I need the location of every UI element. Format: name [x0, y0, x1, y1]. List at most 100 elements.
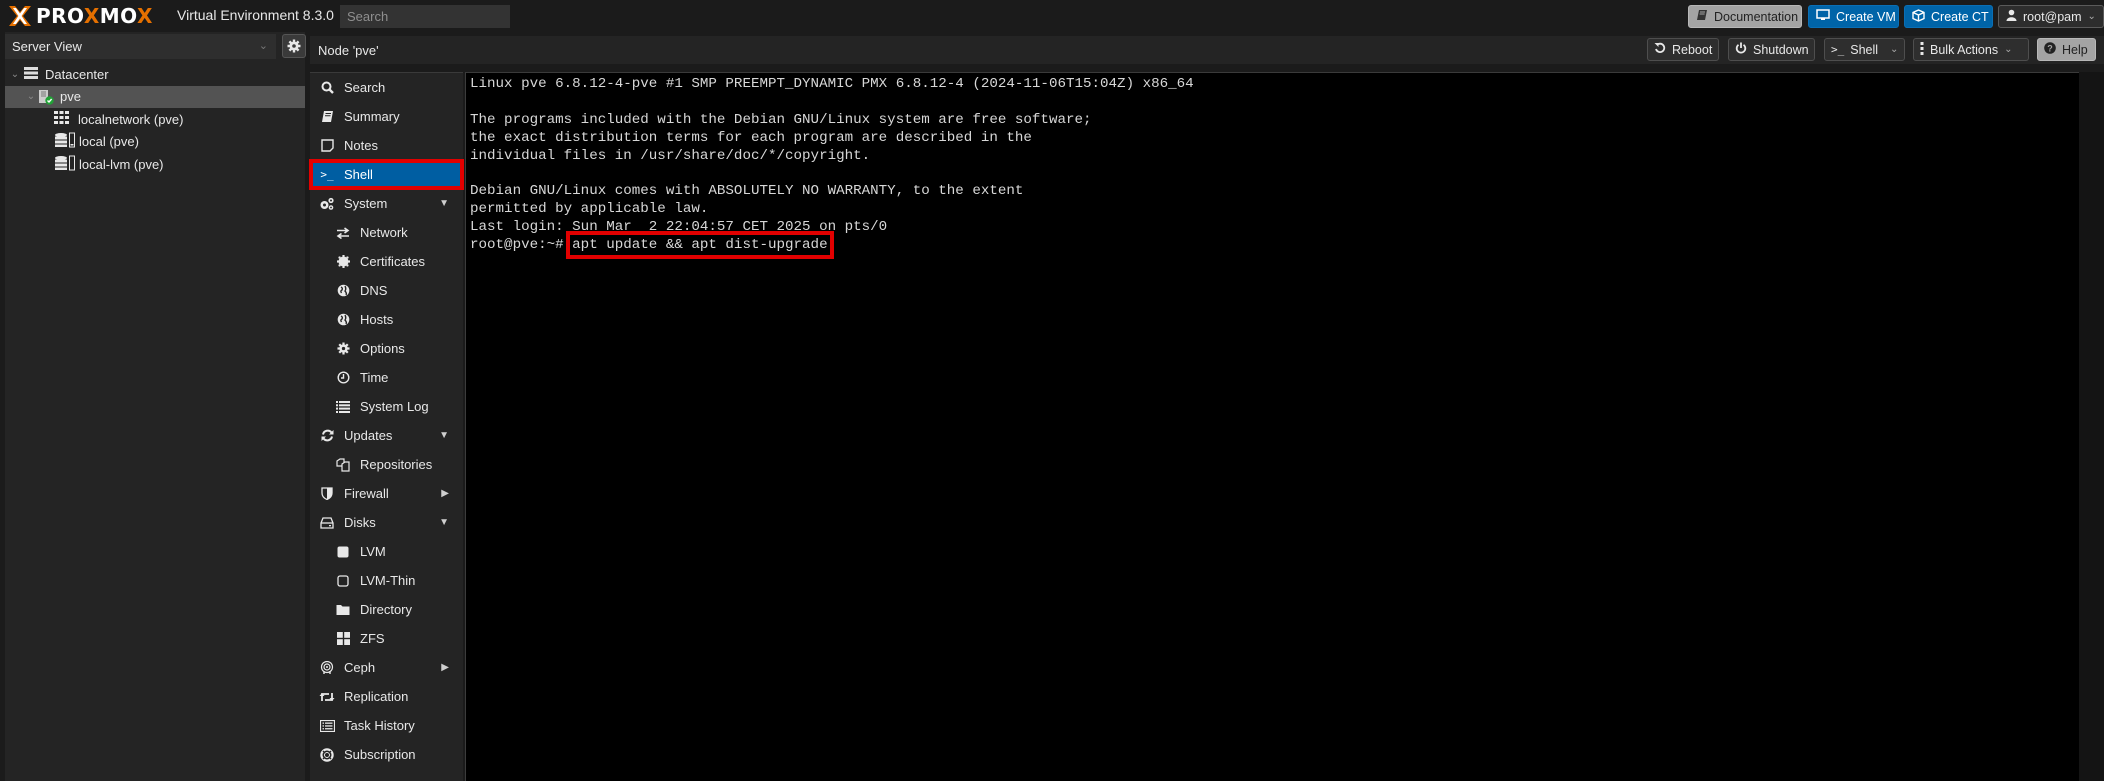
user-label: root@pam [2023, 9, 2082, 24]
user-icon [2006, 9, 2017, 24]
nav-item-disks[interactable]: Disks ▼ [310, 508, 463, 537]
nav-item-lvm[interactable]: LVM [310, 537, 463, 566]
nav-item-label: LVM-Thin [360, 573, 416, 588]
caret-right-icon[interactable]: ▶ [441, 488, 449, 499]
bulk-actions-button[interactable]: Bulk Actions ⌄ [1913, 38, 2029, 61]
terminal-prompt: root@pve:~# [470, 237, 573, 254]
files-icon [335, 457, 351, 472]
terminal-console[interactable]: Linux pve 6.8.12-4-pve #1 SMP PREEMPT_DY… [465, 72, 2080, 781]
nav-item-search[interactable]: Search [310, 73, 463, 102]
tree-settings-button[interactable] [282, 34, 306, 58]
nav-item-task-history[interactable]: Task History [310, 711, 463, 740]
cube-icon [1912, 8, 1925, 25]
tree-item-local[interactable]: local (pve) [5, 131, 305, 154]
shutdown-button[interactable]: Shutdown [1728, 38, 1815, 61]
create-ct-label: Create CT [1931, 9, 1989, 24]
nav-item-label: Updates [344, 428, 393, 443]
caret-right-icon[interactable]: ▶ [441, 662, 449, 673]
chevron-down-icon: ⌄ [2087, 11, 2096, 22]
reboot-button[interactable]: Reboot [1647, 38, 1719, 61]
nav-item-label: ZFS [360, 631, 385, 646]
nav-item-shell[interactable]: >_ Shell [309, 159, 464, 190]
nav-item-label: Subscription [344, 747, 416, 762]
list-icon [335, 400, 351, 413]
nav-item-replication[interactable]: Replication [310, 682, 463, 711]
nav-item-label: Summary [344, 109, 400, 124]
nav-item-hosts[interactable]: Hosts [310, 305, 463, 334]
cogs-icon [319, 197, 335, 211]
terminal-line: permitted by applicable law. [470, 201, 709, 218]
top-bar: PROXMOX Virtual Environment 8.3.0 Docume… [0, 0, 2104, 32]
nav-item-directory[interactable]: Directory [310, 595, 463, 624]
search-input[interactable] [340, 5, 510, 28]
bulk-actions-label: Bulk Actions [1930, 42, 1999, 57]
retweet-icon [319, 691, 335, 703]
caret-down-icon[interactable]: ▼ [439, 517, 449, 528]
nav-item-summary[interactable]: Summary [310, 102, 463, 131]
nav-item-lvm-thin[interactable]: LVM-Thin [310, 566, 463, 595]
nav-item-network[interactable]: Network [310, 218, 463, 247]
caret-down-icon[interactable]: ▼ [439, 198, 449, 209]
nav-item-label: Task History [344, 718, 415, 733]
resource-tree-panel: Server View ⌄ ⌄ Datacenter ⌄ pve localne… [5, 32, 306, 781]
tree-item-pve[interactable]: ⌄ pve [5, 85, 305, 108]
folder-icon [335, 604, 351, 616]
chevron-down-icon[interactable]: ⌄ [1890, 44, 1898, 55]
nav-item-repositories[interactable]: Repositories [310, 450, 463, 479]
square-outline-icon [335, 574, 351, 587]
search-icon [319, 81, 335, 94]
nav-item-label: System Log [360, 399, 429, 414]
nav-item-system[interactable]: System ▼ [310, 189, 463, 218]
create-ct-button[interactable]: Create CT [1904, 5, 1993, 28]
nav-item-label: DNS [360, 283, 388, 298]
chevron-down-icon: ⌄ [2004, 44, 2013, 55]
terminal-line: The programs included with the Debian GN… [470, 111, 1092, 128]
book-icon [319, 110, 335, 123]
nav-item-options[interactable]: Options [310, 334, 463, 363]
caret-down-icon[interactable]: ▼ [439, 430, 449, 441]
ellipsis-vertical-icon [1920, 41, 1924, 58]
tree-item-label: local-lvm (pve) [79, 156, 164, 172]
terminal-scrollbar[interactable] [2079, 72, 2104, 781]
shield-icon [319, 487, 335, 500]
square-filled-icon [335, 546, 351, 558]
nav-item-label: Ceph [344, 660, 376, 675]
nav-item-system-log[interactable]: System Log [310, 392, 463, 421]
nav-item-label: Directory [360, 602, 413, 617]
nav-item-notes[interactable]: Notes [310, 131, 463, 160]
tree-item-local-lvm[interactable]: local-lvm (pve) [5, 153, 305, 176]
tree-item-datacenter[interactable]: ⌄ Datacenter [5, 63, 305, 86]
node-online-icon [38, 89, 54, 105]
create-vm-button[interactable]: Create VM [1808, 5, 1899, 28]
task-list-icon [319, 719, 335, 732]
terminal-icon: >_ [320, 168, 334, 181]
nav-item-firewall[interactable]: Firewall ▶ [310, 479, 463, 508]
nav-item-label: Certificates [360, 254, 426, 269]
nav-item-zfs[interactable]: ZFS [310, 624, 463, 653]
node-nav-menu: Search Summary Notes >_ Shell System ▼ Network C… [309, 72, 464, 781]
question-circle-icon: ? [2044, 42, 2056, 57]
tree-item-localnetwork[interactable]: localnetwork (pve) [5, 108, 305, 131]
nav-item-dns[interactable]: DNS [310, 276, 463, 305]
view-selector-label: Server View [12, 39, 82, 54]
help-label: Help [2062, 42, 2088, 57]
hdd-icon [319, 516, 335, 529]
proxmox-logo: PROXMOX [7, 4, 153, 28]
expander-icon[interactable]: ⌄ [25, 91, 37, 102]
network-grid-icon [54, 111, 70, 127]
nav-item-certificates[interactable]: Certificates [310, 247, 463, 276]
nav-item-time[interactable]: Time [310, 363, 463, 392]
user-menu-button[interactable]: root@pam ⌄ [1998, 5, 2104, 28]
shell-button[interactable]: >_ Shell ⌄ [1824, 38, 1905, 61]
expander-icon[interactable]: ⌄ [9, 69, 21, 80]
nav-item-label: Shell [344, 167, 373, 182]
view-selector[interactable]: Server View ⌄ [5, 34, 276, 59]
svg-text:?: ? [2047, 43, 2053, 53]
help-button[interactable]: ? Help [2037, 38, 2096, 61]
nav-item-subscription[interactable]: Subscription [310, 740, 463, 769]
documentation-button[interactable]: Documentation [1688, 5, 1802, 28]
nav-item-ceph[interactable]: Ceph ▶ [310, 653, 463, 682]
content-header: Node 'pve' Reboot Shutdown >_ Shell ⌄ Bu… [310, 36, 2104, 64]
nav-item-updates[interactable]: Updates ▼ [310, 421, 463, 450]
